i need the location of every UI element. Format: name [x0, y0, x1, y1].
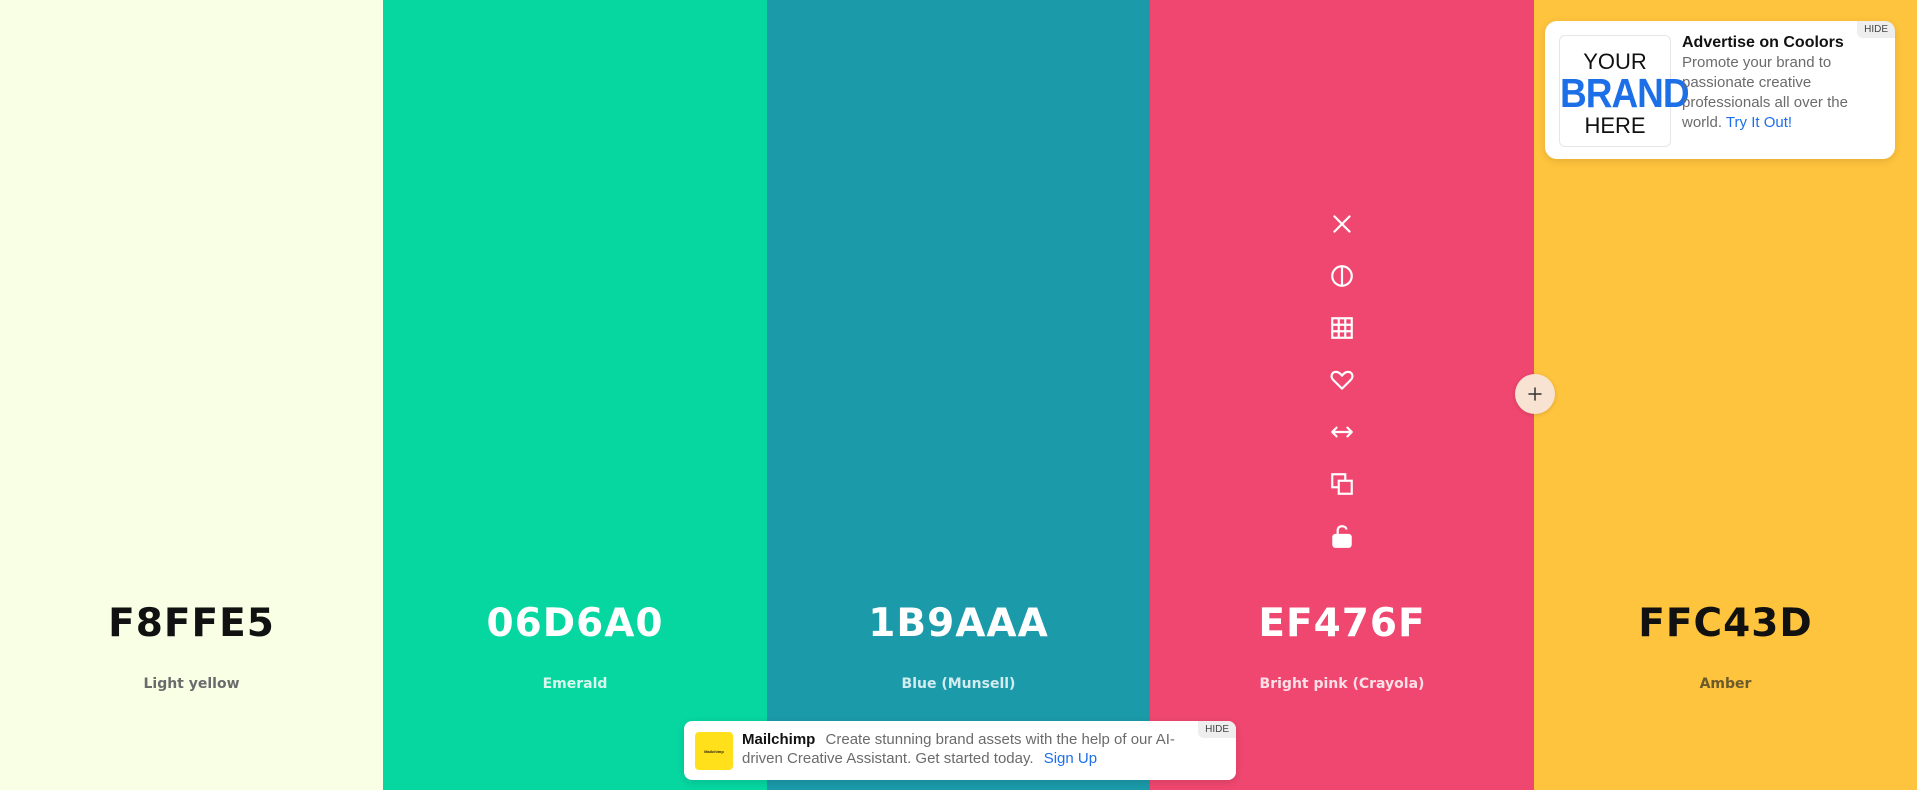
- hide-ad-button[interactable]: HIDE: [1857, 21, 1895, 38]
- hex-code[interactable]: F8FFE5: [0, 601, 383, 646]
- color-name[interactable]: Bright pink (Crayola): [1150, 676, 1534, 692]
- logo-line-3: HERE: [1584, 113, 1646, 138]
- coolors-ad-card: YOUR BRAND HERE Advertise on Coolors Pro…: [1545, 21, 1895, 159]
- mailchimp-logo[interactable]: Mailchimp: [695, 732, 733, 770]
- mailchimp-text: Mailchimp Create stunning brand assets w…: [742, 730, 1182, 768]
- plus-icon: [1528, 387, 1542, 401]
- sign-up-link[interactable]: Sign Up: [1044, 750, 1097, 767]
- heart-icon[interactable]: [1322, 360, 1362, 400]
- drag-arrows-icon[interactable]: [1322, 412, 1362, 452]
- swatch-emerald[interactable]: 06D6A0 Emerald: [383, 0, 767, 790]
- brand-placeholder-logo[interactable]: YOUR BRAND HERE: [1559, 35, 1690, 147]
- copy-icon[interactable]: [1322, 464, 1362, 504]
- ad-text: Advertise on Coolors Promote your brand …: [1682, 33, 1882, 133]
- swatch-bright-pink[interactable]: EF476F Bright pink (Crayola): [1150, 0, 1534, 790]
- hex-code[interactable]: FFC43D: [1534, 601, 1917, 646]
- try-it-out-link[interactable]: Try It Out!: [1726, 114, 1792, 131]
- swatch-toolbar: [1322, 204, 1362, 568]
- color-name[interactable]: Amber: [1534, 676, 1917, 692]
- contrast-icon[interactable]: [1322, 256, 1362, 296]
- color-name[interactable]: Blue (Munsell): [767, 676, 1150, 692]
- swatch-blue-munsell[interactable]: 1B9AAA Blue (Munsell): [767, 0, 1150, 790]
- close-icon[interactable]: [1322, 204, 1362, 244]
- hex-code[interactable]: 06D6A0: [383, 601, 767, 646]
- hex-code[interactable]: EF476F: [1150, 601, 1534, 646]
- hide-mailchimp-button[interactable]: HIDE: [1198, 721, 1236, 738]
- color-name[interactable]: Emerald: [383, 676, 767, 692]
- mailchimp-logo-text: Mailchimp: [704, 748, 724, 754]
- color-name[interactable]: Light yellow: [0, 676, 383, 692]
- swatch-light-yellow[interactable]: F8FFE5 Light yellow: [0, 0, 383, 790]
- hex-code[interactable]: 1B9AAA: [767, 601, 1150, 646]
- logo-line-2: BRAND: [1560, 70, 1690, 116]
- unlock-icon[interactable]: [1322, 516, 1362, 556]
- mailchimp-title: Mailchimp: [742, 731, 816, 748]
- add-color-button[interactable]: [1515, 374, 1555, 414]
- ad-title: Advertise on Coolors: [1682, 34, 1844, 51]
- grid-icon[interactable]: [1322, 308, 1362, 348]
- mailchimp-ad-banner: Mailchimp Mailchimp Create stunning bran…: [684, 721, 1236, 780]
